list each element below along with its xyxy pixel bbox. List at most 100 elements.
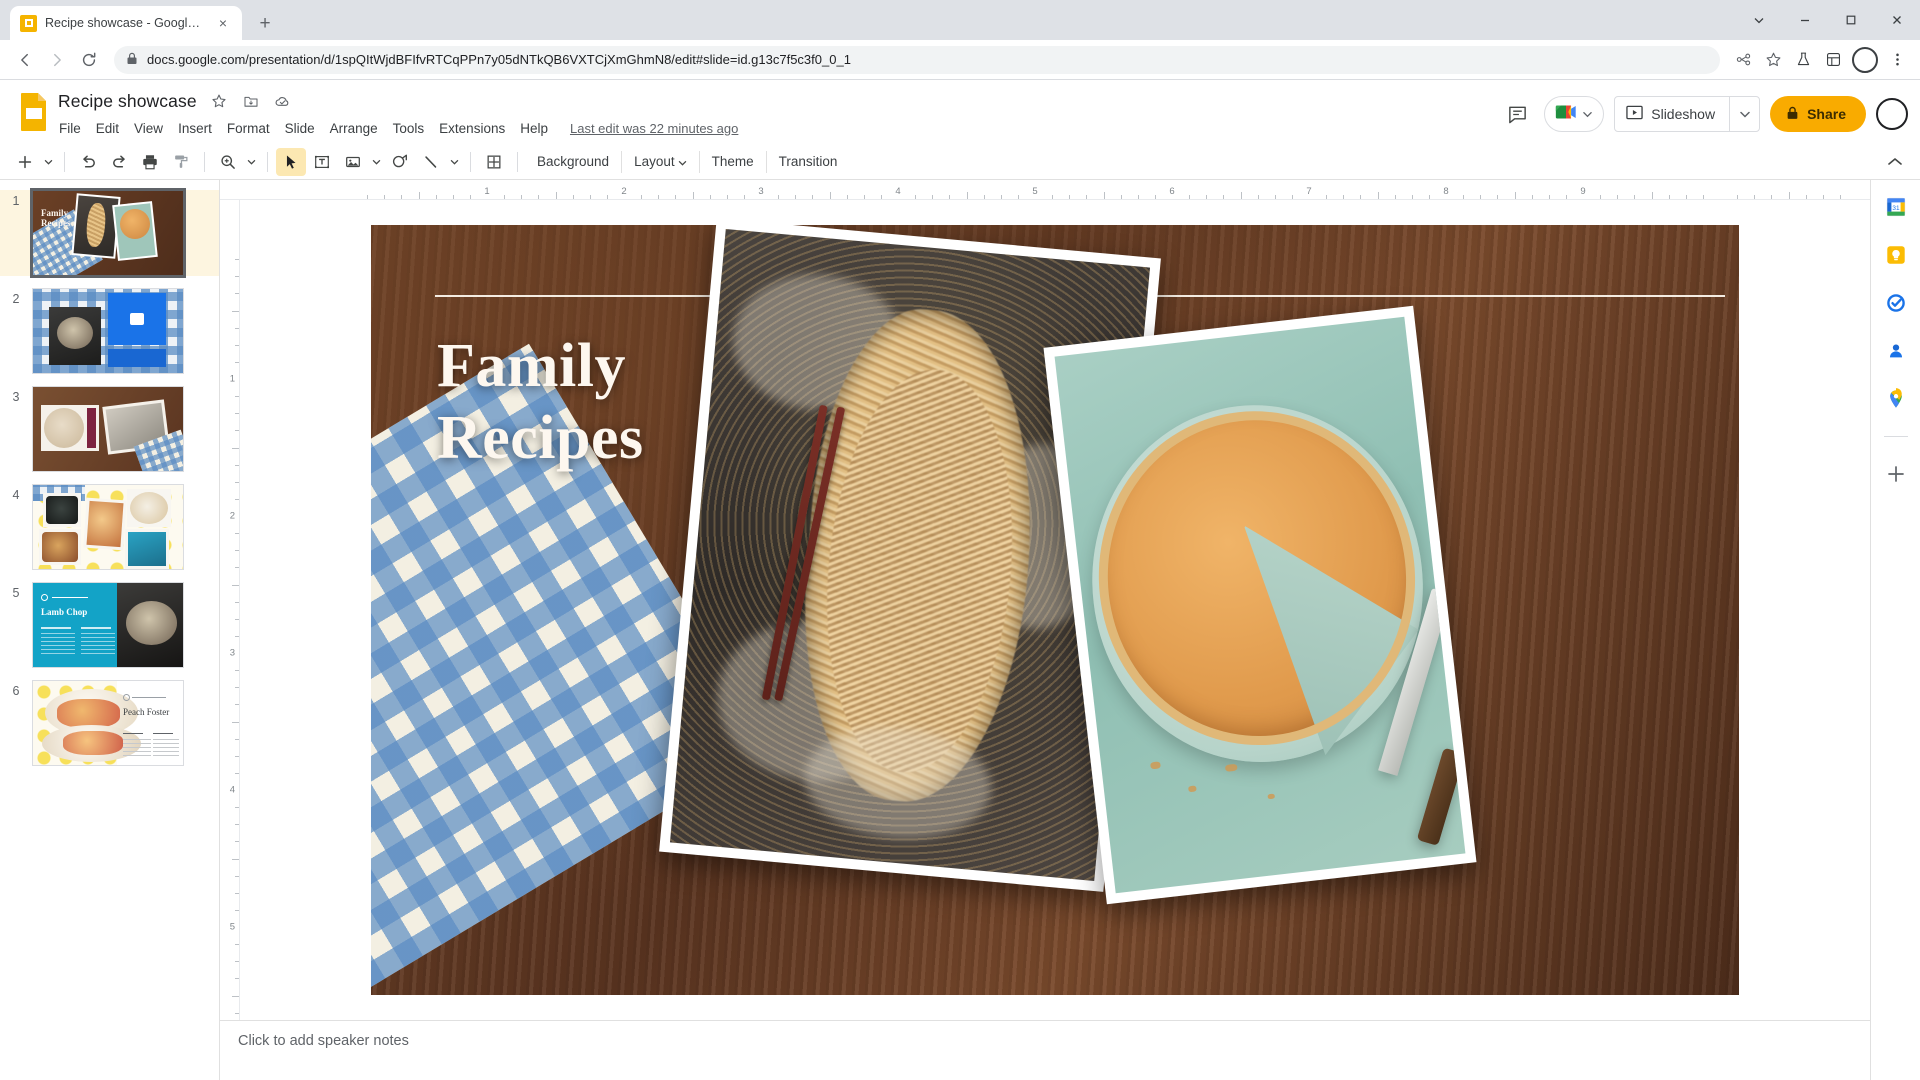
google-contacts-icon[interactable]	[1883, 338, 1909, 364]
extensions-icon[interactable]	[1820, 47, 1846, 73]
paint-format-button[interactable]	[166, 148, 196, 176]
slide-thumbnail[interactable]	[32, 484, 184, 570]
slide-thumbnail[interactable]	[32, 386, 184, 472]
address-bar[interactable]: docs.google.com/presentation/d/1spQItWjd…	[114, 45, 1720, 74]
chevron-up-icon[interactable]	[1880, 148, 1910, 176]
add-ons-plus-icon[interactable]	[1883, 461, 1909, 487]
new-slide-caret-icon[interactable]	[41, 148, 56, 176]
maximize-icon[interactable]	[1828, 0, 1874, 40]
ruler-tick	[538, 195, 540, 199]
google-tasks-icon[interactable]	[1883, 290, 1909, 316]
background-button[interactable]: Background	[526, 148, 620, 176]
slide-thumbnail[interactable]	[32, 288, 184, 374]
slide-stage[interactable]: Family Recipes	[240, 200, 1870, 1020]
filmstrip-slide-4[interactable]: 4	[0, 484, 219, 570]
select-tool-button[interactable]	[276, 147, 306, 176]
filmstrip-slide-3[interactable]: 3	[0, 386, 219, 472]
comment-history-icon[interactable]	[1500, 97, 1534, 131]
line-button[interactable]	[416, 148, 446, 176]
layout-button[interactable]: Layout	[623, 148, 698, 176]
chevron-down-icon[interactable]	[1736, 0, 1782, 40]
slide-thumbnail[interactable]: Family Recipes	[30, 188, 186, 278]
flask-icon[interactable]	[1790, 47, 1816, 73]
menu-edit[interactable]: Edit	[89, 118, 126, 139]
ruler-tick	[384, 195, 386, 199]
speaker-notes-pane[interactable]: Click to add speaker notes	[220, 1020, 1870, 1080]
ruler-tick	[235, 550, 239, 552]
redo-button[interactable]	[104, 148, 134, 176]
browser-tab[interactable]: Recipe showcase - Google Slides ×	[10, 6, 242, 40]
cloud-saved-icon[interactable]	[273, 91, 293, 111]
pie-crust	[1080, 393, 1434, 763]
print-button[interactable]	[135, 148, 165, 176]
menu-slide[interactable]: Slide	[278, 118, 322, 139]
menu-view[interactable]: View	[127, 118, 170, 139]
ruler-tick	[1617, 195, 1619, 199]
menu-help[interactable]: Help	[513, 118, 555, 139]
new-slide-button[interactable]	[10, 148, 40, 176]
shape-button[interactable]	[385, 148, 415, 176]
back-icon[interactable]	[10, 45, 40, 75]
forward-icon[interactable]	[42, 45, 72, 75]
google-calendar-icon[interactable]: 31	[1883, 194, 1909, 220]
google-meet-button[interactable]	[1544, 96, 1605, 132]
image-caret-icon[interactable]	[369, 148, 384, 176]
pumpkin-pie-photo[interactable]	[1043, 305, 1477, 905]
menu-tools[interactable]: Tools	[386, 118, 432, 139]
slide-thumbnail[interactable]: Peach Foster	[32, 680, 184, 766]
slideshow-button-group[interactable]: Slideshow	[1614, 96, 1761, 132]
menu-extensions[interactable]: Extensions	[432, 118, 512, 139]
ruler-tick	[1052, 195, 1054, 199]
insert-table-button[interactable]	[479, 148, 509, 176]
lock-icon	[1786, 106, 1799, 123]
slide-filmstrip[interactable]: 1 Family Recipes 2 3 4 5 Lamb Chop 6 Pea…	[0, 180, 220, 1080]
move-to-folder-icon[interactable]	[241, 91, 261, 111]
filmstrip-slide-1[interactable]: 1 Family Recipes	[0, 188, 219, 278]
slideshow-button[interactable]: Slideshow	[1615, 97, 1729, 131]
text-box-button[interactable]	[307, 148, 337, 176]
star-icon[interactable]	[1760, 47, 1786, 73]
slide-title[interactable]: Family Recipes	[437, 331, 644, 475]
menu-format[interactable]: Format	[220, 118, 277, 139]
new-tab-button[interactable]: +	[250, 8, 280, 38]
google-keep-icon[interactable]	[1883, 242, 1909, 268]
menu-file[interactable]: File	[52, 118, 88, 139]
filmstrip-slide-6[interactable]: 6 Peach Foster	[0, 680, 219, 766]
ruler-tick	[232, 995, 239, 997]
ruler-tick	[401, 195, 403, 199]
google-slides-icon[interactable]	[14, 88, 54, 136]
zoom-button[interactable]	[213, 148, 243, 176]
insert-image-button[interactable]	[338, 148, 368, 176]
horizontal-ruler[interactable]: 1 2 3 4 5 6 7 8 9	[220, 180, 1870, 200]
theme-button[interactable]: Theme	[701, 148, 765, 176]
chevron-down-icon[interactable]	[1729, 97, 1759, 131]
filmstrip-slide-5[interactable]: 5 Lamb Chop	[0, 582, 219, 668]
avatar[interactable]	[1876, 98, 1908, 130]
star-icon[interactable]	[209, 91, 229, 111]
share-button[interactable]: Share	[1770, 96, 1866, 132]
ruler-tick	[863, 195, 865, 199]
profile-icon[interactable]	[1852, 46, 1878, 73]
vertical-ruler[interactable]: 1 2 3 4 5	[220, 200, 240, 1020]
close-window-icon[interactable]	[1874, 0, 1920, 40]
reload-icon[interactable]	[74, 45, 104, 75]
ruler-tick	[235, 498, 239, 500]
close-icon[interactable]: ×	[214, 14, 232, 32]
undo-button[interactable]	[73, 148, 103, 176]
zoom-caret-icon[interactable]	[244, 148, 259, 176]
minimize-icon[interactable]	[1782, 0, 1828, 40]
share-icon[interactable]	[1730, 47, 1756, 73]
filmstrip-slide-2[interactable]: 2	[0, 288, 219, 374]
last-edit-link[interactable]: Last edit was 22 minutes ago	[570, 121, 738, 136]
kebab-menu-icon[interactable]	[1884, 47, 1910, 73]
menu-arrange[interactable]: Arrange	[323, 118, 385, 139]
google-maps-icon[interactable]	[1883, 386, 1909, 412]
slideshow-label: Slideshow	[1651, 106, 1716, 122]
page-title[interactable]: Recipe showcase	[58, 91, 197, 112]
browser-tab-strip: Recipe showcase - Google Slides × +	[0, 0, 1920, 40]
menu-insert[interactable]: Insert	[171, 118, 219, 139]
slide-canvas[interactable]: Family Recipes	[371, 225, 1739, 995]
line-caret-icon[interactable]	[447, 148, 462, 176]
transition-button[interactable]: Transition	[768, 148, 849, 176]
slide-thumbnail[interactable]: Lamb Chop	[32, 582, 184, 668]
